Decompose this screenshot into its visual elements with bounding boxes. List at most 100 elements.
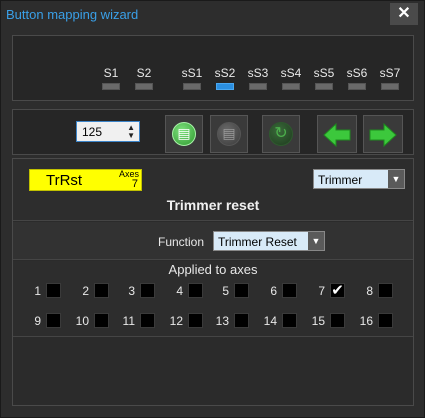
axis-checkbox-11[interactable]: 11 (109, 313, 155, 329)
axis-number: 15 (311, 314, 325, 328)
shift-button-ss5[interactable]: sS5 (312, 66, 336, 90)
axis-checkbox-12[interactable]: 12 (157, 313, 203, 329)
axis-number: 14 (263, 314, 277, 328)
paste-button[interactable]: ▤ (165, 115, 203, 153)
mapping-heading: Trimmer reset (166, 197, 260, 213)
close-button[interactable]: ✕ (390, 3, 418, 25)
axis-check[interactable] (234, 313, 249, 328)
axes-count: 7 (131, 178, 138, 190)
axis-checkbox-16[interactable]: 16 (347, 313, 393, 329)
axis-checkbox-3[interactable]: 3 (109, 283, 155, 299)
axis-check[interactable] (188, 283, 203, 298)
axis-checkbox-15[interactable]: 15 (299, 313, 345, 329)
axis-check[interactable] (46, 283, 61, 298)
shift-label: sS6 (346, 66, 368, 80)
axis-number: 16 (359, 314, 373, 328)
shift-label: S2 (136, 66, 152, 80)
axis-check[interactable] (234, 283, 249, 298)
arrow-left-icon (323, 122, 351, 148)
axis-check[interactable] (282, 283, 297, 298)
axes-title: Applied to axes (168, 262, 258, 277)
wizard-window: Button mapping wizard ✕ S1 S2 sS1 sS2 sS… (0, 0, 425, 418)
axis-check[interactable] (140, 313, 155, 328)
axis-checkbox-10[interactable]: 10 (63, 313, 109, 329)
shift-button-ss3[interactable]: sS3 (246, 66, 270, 90)
function-select-value: Trimmer Reset (218, 235, 297, 249)
axis-number: 3 (128, 284, 135, 298)
axis-number: 5 (222, 284, 229, 298)
button-number-spinner[interactable]: 125 ▲ ▼ (76, 121, 140, 142)
shift-button-s1[interactable]: S1 (99, 66, 123, 90)
axis-checkbox-13[interactable]: 13 (203, 313, 249, 329)
axis-checkbox-6[interactable]: 6 (251, 283, 297, 299)
shift-label: sS4 (280, 66, 302, 80)
mapping-panel: TrRst Axes 7 Trimmer ▼ Trimmer reset Fun… (12, 158, 414, 406)
axis-number: 8 (366, 284, 373, 298)
axis-check[interactable] (46, 313, 61, 328)
shift-label: sS1 (181, 66, 203, 80)
axis-number: 11 (122, 314, 135, 328)
shift-label: sS7 (379, 66, 401, 80)
axis-checkbox-9[interactable]: 9 (15, 313, 61, 329)
axis-checkbox-4[interactable]: 4 (157, 283, 203, 299)
axis-checkbox-1[interactable]: 1 (15, 283, 61, 299)
axis-checkbox-7[interactable]: 7 ✔ (299, 283, 345, 299)
axis-number: 12 (169, 314, 183, 328)
chevron-down-icon: ▼ (388, 170, 404, 188)
spin-down-icon[interactable]: ▼ (127, 132, 135, 140)
axis-number: 10 (75, 314, 89, 328)
shift-indicator (381, 83, 399, 90)
axis-check[interactable] (94, 313, 109, 328)
previous-button[interactable] (317, 115, 357, 153)
axis-number: 13 (215, 314, 229, 328)
next-button[interactable] (363, 115, 403, 153)
shift-indicator (102, 83, 120, 90)
axis-check[interactable] (140, 283, 155, 298)
shift-button-ss1[interactable]: sS1 (180, 66, 204, 90)
axis-number: 7 (318, 284, 325, 298)
axis-checkbox-5[interactable]: 5 (203, 283, 249, 299)
mapping-name-box[interactable]: TrRst Axes 7 (29, 169, 142, 191)
function-row: Function Trimmer Reset ▼ (13, 222, 413, 260)
shift-button-ss4[interactable]: sS4 (279, 66, 303, 90)
shift-button-ss7[interactable]: sS7 (378, 66, 402, 90)
axis-check[interactable] (188, 313, 203, 328)
axis-check-checked[interactable]: ✔ (330, 283, 345, 298)
shift-indicator-active (216, 83, 234, 90)
shift-label: sS5 (313, 66, 335, 80)
axis-check[interactable] (378, 283, 393, 298)
shift-label: sS2 (214, 66, 236, 80)
close-icon: ✕ (397, 5, 411, 22)
function-label: Function (158, 235, 205, 249)
mapping-header: TrRst Axes 7 Trimmer ▼ Trimmer reset (13, 159, 413, 221)
axis-checkbox-14[interactable]: 14 (251, 313, 297, 329)
title-bar: Button mapping wizard ✕ (1, 1, 424, 29)
refresh-button[interactable]: ↻ (262, 115, 300, 153)
button-number-value: 125 (82, 125, 103, 139)
copy-button[interactable]: ▤ (210, 115, 248, 153)
axis-number: 1 (34, 284, 41, 298)
shift-indicator (348, 83, 366, 90)
shift-button-s2[interactable]: S2 (132, 66, 156, 90)
axes-section: Applied to axes 1 2 3 4 5 6 7 ✔ 8 9 10 11… (13, 261, 413, 337)
shift-label: S1 (103, 66, 119, 80)
shift-button-ss2[interactable]: sS2 (213, 66, 237, 90)
window-title: Button mapping wizard (6, 7, 139, 22)
chevron-down-icon: ▼ (308, 232, 324, 250)
function-select[interactable]: Trimmer Reset ▼ (213, 231, 325, 251)
type-select[interactable]: Trimmer ▼ (313, 169, 405, 189)
axis-check[interactable] (94, 283, 109, 298)
axis-check[interactable] (378, 313, 393, 328)
shift-label: sS3 (247, 66, 269, 80)
axis-number: 4 (176, 284, 183, 298)
shift-indicator (249, 83, 267, 90)
axis-checkbox-8[interactable]: 8 (347, 283, 393, 299)
shift-indicator (135, 83, 153, 90)
toolbar-panel: 125 ▲ ▼ ▤ ▤ ↻ (12, 109, 414, 155)
axis-checkbox-2[interactable]: 2 (63, 283, 109, 299)
shift-panel: S1 S2 sS1 sS2 sS3 sS4 sS5 sS6 sS7 (12, 35, 414, 101)
shift-button-ss6[interactable]: sS6 (345, 66, 369, 90)
axis-check[interactable] (330, 313, 345, 328)
axis-check[interactable] (282, 313, 297, 328)
axis-number: 9 (34, 314, 41, 328)
